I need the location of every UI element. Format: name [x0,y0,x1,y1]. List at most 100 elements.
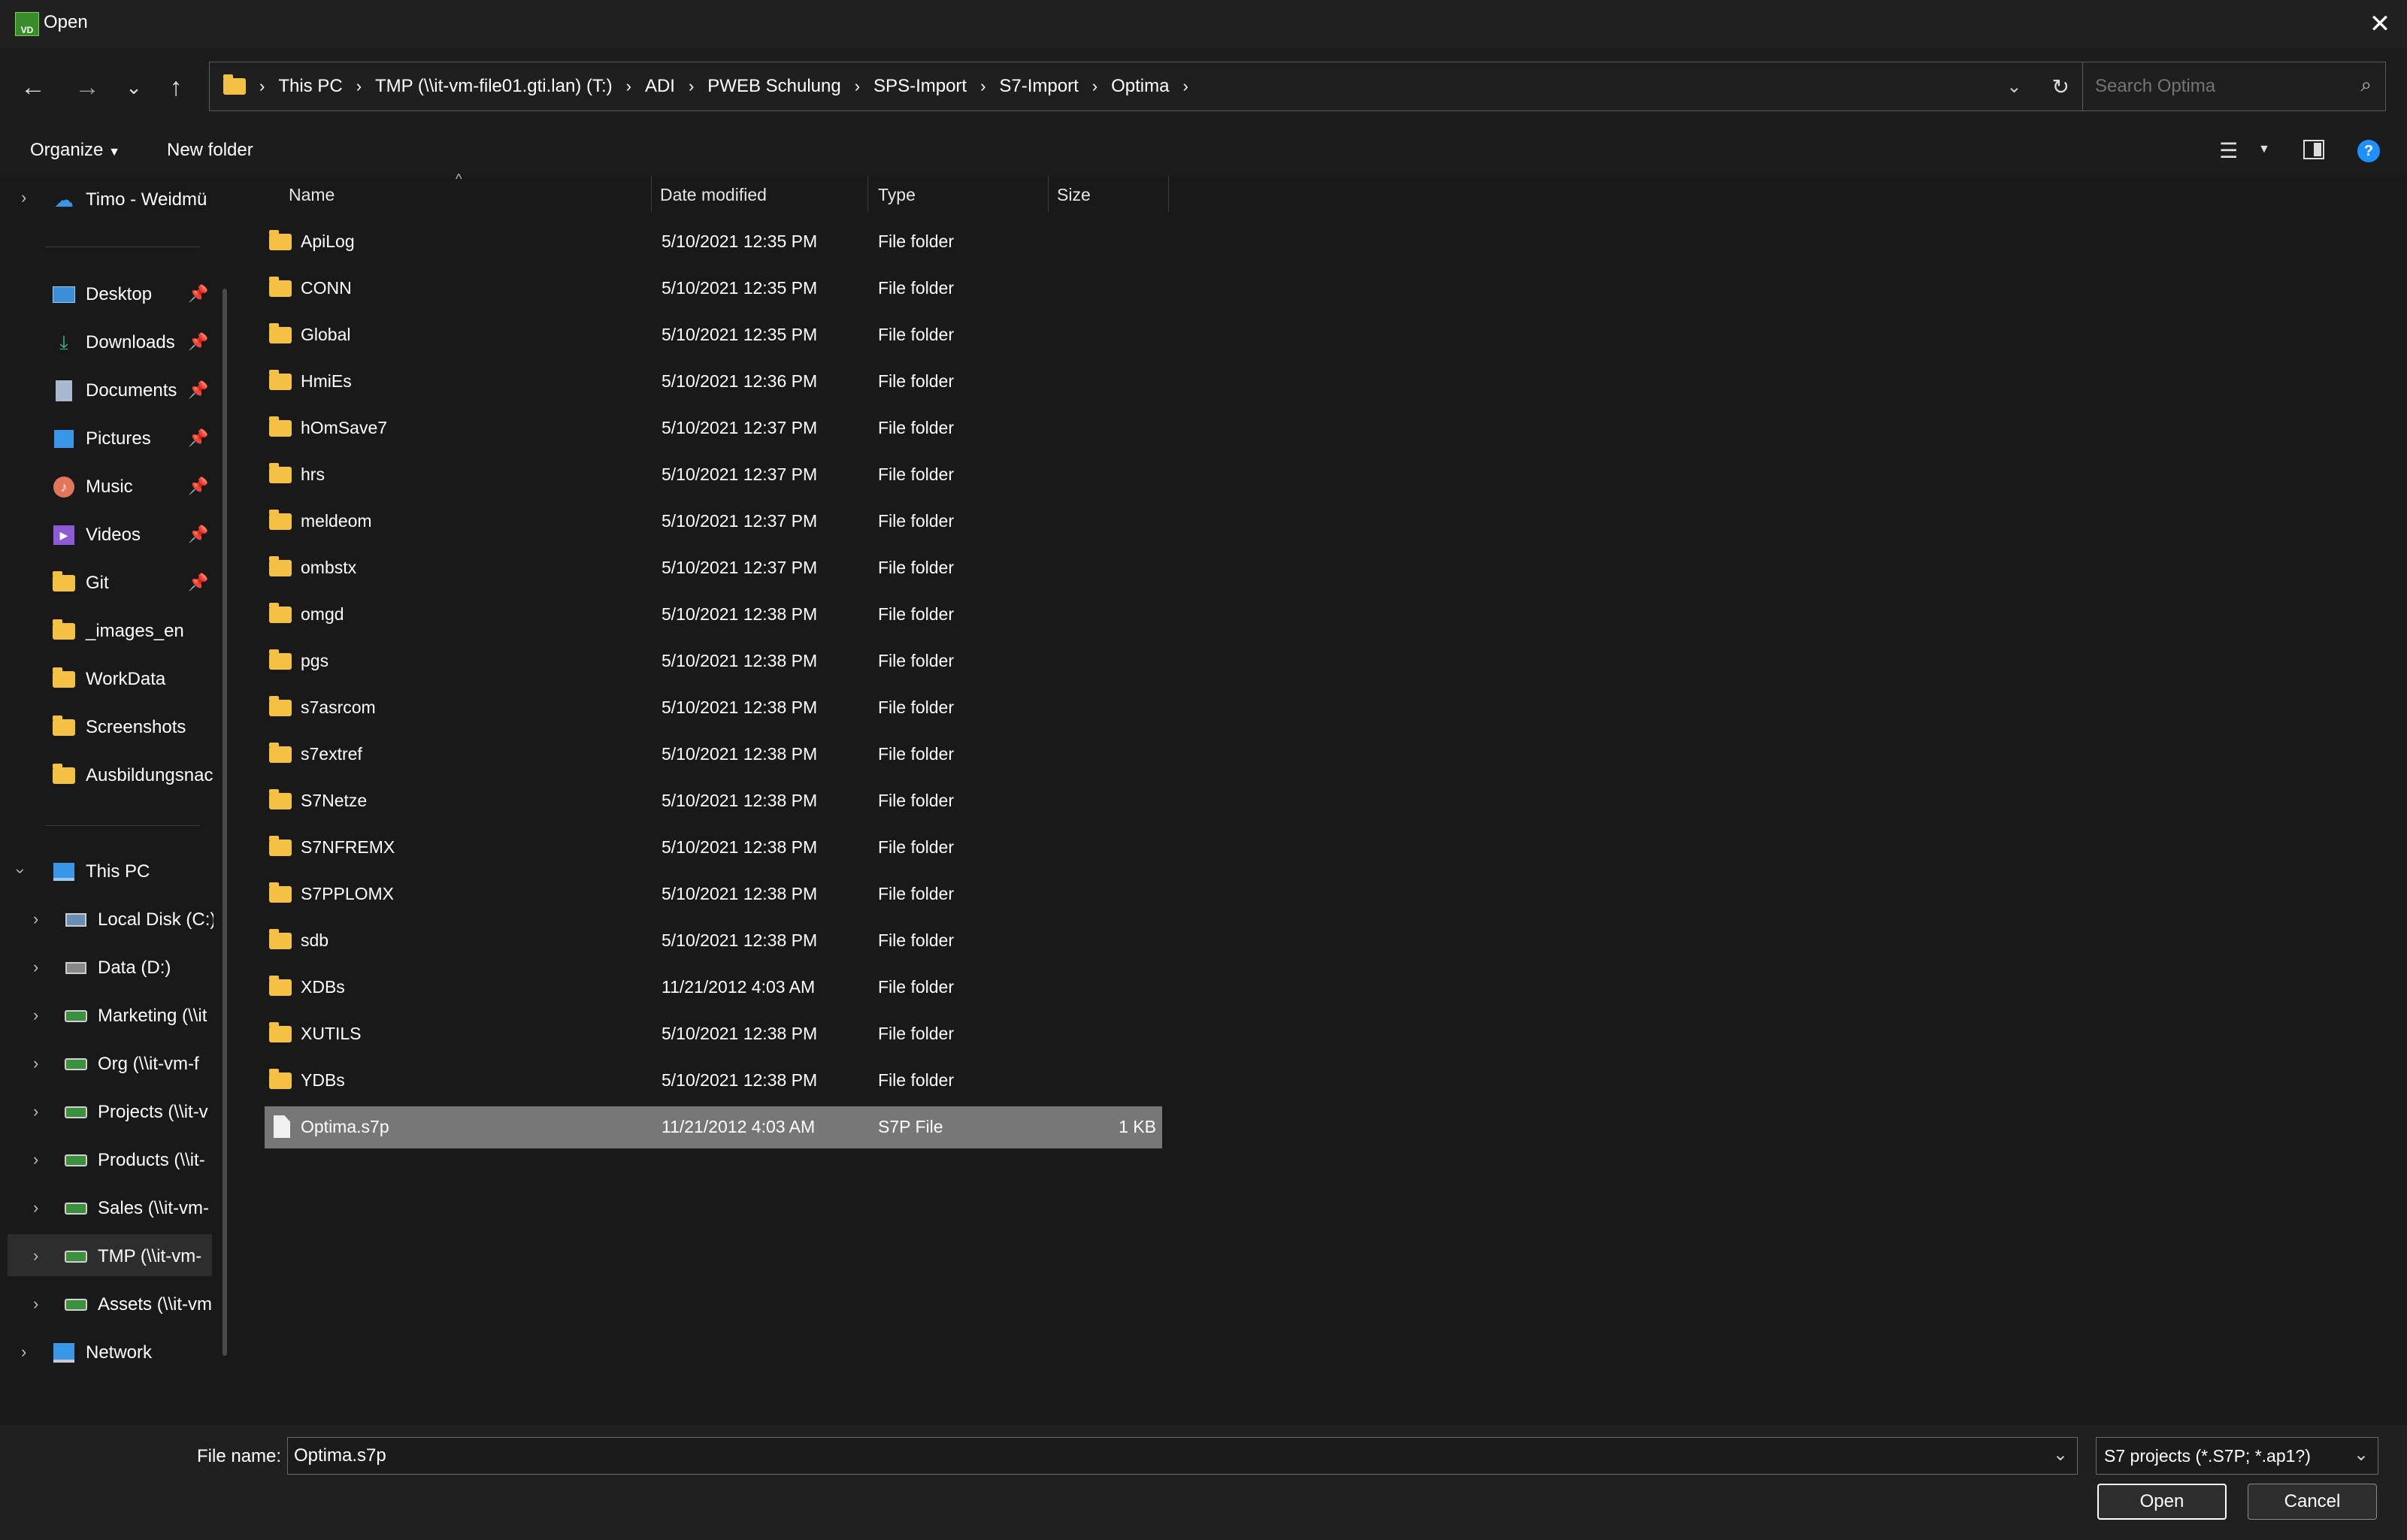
forward-arrow-icon[interactable]: → [66,66,108,108]
file-row[interactable]: sdb 5/10/2021 12:38 PM File folder [265,920,1162,962]
breadcrumb-adi[interactable]: ADI [645,76,675,97]
file-type: File folder [878,325,954,344]
sidebar-item-onedrive[interactable]: ☁ Timo - Weidmü [53,179,215,221]
search-box[interactable]: ⌕ [2082,62,2386,111]
sidebar-item-screenshots[interactable]: Screenshots [53,706,218,749]
sidebar-item-workdata[interactable]: WorkData [53,658,218,700]
help-icon[interactable]: ? [2357,140,2380,162]
breadcrumb-sps-import[interactable]: SPS-Import [873,76,967,97]
file-date-modified: 5/10/2021 12:38 PM [662,744,818,764]
column-divider[interactable] [867,176,868,212]
file-row[interactable]: S7PPLOMX 5/10/2021 12:38 PM File folder [265,873,1162,915]
expand-chevron-icon[interactable]: › [33,1102,38,1121]
pin-icon[interactable]: 📌 [188,284,208,304]
column-divider[interactable] [1168,176,1169,212]
sidebar-item-org[interactable]: Org (\\it-vm-f [65,1043,213,1085]
file-row[interactable]: CONN 5/10/2021 12:35 PM File folder [265,268,1162,310]
recent-locations-chevron-icon[interactable]: ⌄ [113,66,155,108]
file-row[interactable]: omgd 5/10/2021 12:38 PM File folder [265,594,1162,636]
sidebar-item-tmp[interactable]: TMP (\\it-vm- [65,1236,213,1278]
network-drive-icon [65,1101,87,1124]
close-icon[interactable]: ✕ [2357,6,2402,42]
sidebar-item-network[interactable]: Network [53,1332,218,1374]
file-name-combobox[interactable]: ⌄ [287,1437,2078,1475]
column-divider[interactable] [1048,176,1049,212]
expand-chevron-icon[interactable]: › [33,1054,38,1073]
cloud-icon: ☁ [54,188,74,211]
sidebar-item-images-en[interactable]: _images_en [53,610,218,652]
breadcrumb-this-pc[interactable]: This PC [278,76,342,97]
file-row[interactable]: hOmSave7 5/10/2021 12:37 PM File folder [265,407,1162,449]
sidebar-scrollbar[interactable] [223,289,227,1356]
refresh-icon[interactable]: ↻ [2052,74,2069,99]
file-row[interactable]: Optima.s7p 11/21/2012 4:03 AM S7P File 1 KB [265,1106,1162,1148]
expand-chevron-icon[interactable]: › [33,1294,38,1314]
organize-button[interactable]: Organize ▼ [30,140,120,161]
pin-icon[interactable]: 📌 [188,525,208,544]
file-row[interactable]: Global 5/10/2021 12:35 PM File folder [265,314,1162,356]
sidebar-item-ausbildungsnac[interactable]: Ausbildungsnac [53,755,213,797]
file-row[interactable]: s7extref 5/10/2021 12:38 PM File folder [265,734,1162,776]
file-row[interactable]: S7NFREMX 5/10/2021 12:38 PM File folder [265,827,1162,869]
up-arrow-icon[interactable]: ↑ [155,66,197,108]
expand-chevron-icon[interactable]: › [21,188,26,207]
breadcrumb-s7-import[interactable]: S7-Import [999,76,1078,97]
file-row[interactable]: meldeom 5/10/2021 12:37 PM File folder [265,501,1162,543]
sidebar-item-products[interactable]: Products (\\it- [65,1139,213,1181]
expand-chevron-icon[interactable]: › [33,909,38,929]
sidebar-item-marketing[interactable]: Marketing (\\it [65,995,213,1037]
view-dropdown-chevron-icon[interactable]: ▼ [2258,143,2270,156]
breadcrumb-pweb-schulung[interactable]: PWEB Schulung [707,76,840,97]
address-dropdown-chevron-icon[interactable]: ⌄ [2006,76,2021,98]
file-row[interactable]: pgs 5/10/2021 12:38 PM File folder [265,640,1162,682]
collapse-chevron-icon[interactable]: › [11,868,31,873]
chevron-down-icon[interactable]: ⌄ [2053,1444,2068,1466]
sidebar-item-projects[interactable]: Projects (\\it-v [65,1091,213,1133]
new-folder-button[interactable]: New folder [167,140,253,161]
column-header-size[interactable]: Size [1057,185,1091,205]
file-row[interactable]: ombstx 5/10/2021 12:37 PM File folder [265,547,1162,589]
file-row[interactable]: S7Netze 5/10/2021 12:38 PM File folder [265,780,1162,822]
file-row[interactable]: s7asrcom 5/10/2021 12:38 PM File folder [265,687,1162,729]
address-bar[interactable]: › This PC › TMP (\\it-vm-file01.gti.lan)… [209,62,2084,111]
sidebar-item-this-pc[interactable]: This PC [53,851,218,893]
breadcrumb-optima[interactable]: Optima [1111,76,1169,97]
file-row[interactable]: HmiEs 5/10/2021 12:36 PM File folder [265,361,1162,403]
search-input[interactable] [2095,76,2336,97]
file-row[interactable]: YDBs 5/10/2021 12:38 PM File folder [265,1060,1162,1102]
file-name-input[interactable] [294,1445,2023,1466]
search-icon[interactable]: ⌕ [2360,73,2372,97]
file-name: XDBs [301,977,345,997]
pin-icon[interactable]: 📌 [188,428,208,448]
breadcrumb-tmp-drive[interactable]: TMP (\\it-vm-file01.gti.lan) (T:) [375,76,613,97]
column-header-name[interactable]: Name [289,185,335,205]
expand-chevron-icon[interactable]: › [33,958,38,977]
preview-pane-icon[interactable] [2303,140,2324,159]
open-button[interactable]: Open [2097,1484,2227,1520]
expand-chevron-icon[interactable]: › [21,1342,26,1362]
pin-icon[interactable]: 📌 [188,477,208,496]
back-arrow-icon[interactable]: ← [12,66,54,108]
expand-chevron-icon[interactable]: › [33,1246,38,1266]
sidebar-item-assets[interactable]: Assets (\\it-vm [65,1284,213,1326]
expand-chevron-icon[interactable]: › [33,1150,38,1169]
expand-chevron-icon[interactable]: › [33,1006,38,1025]
pin-icon[interactable]: 📌 [188,573,208,592]
file-row[interactable]: XUTILS 5/10/2021 12:38 PM File folder [265,1013,1162,1055]
pin-icon[interactable]: 📌 [188,380,208,400]
expand-chevron-icon[interactable]: › [33,1198,38,1218]
sidebar-item-sales[interactable]: Sales (\\it-vm- [65,1188,213,1230]
sidebar-item-local-disk-c[interactable]: Local Disk (C:) [65,899,213,941]
column-divider[interactable] [651,176,652,212]
column-header-date-modified[interactable]: Date modified [660,185,767,205]
pin-icon[interactable]: 📌 [188,332,208,352]
sidebar-item-data-d[interactable]: Data (D:) [65,947,213,989]
file-row[interactable]: hrs 5/10/2021 12:37 PM File folder [265,454,1162,496]
file-type-filter-select[interactable]: S7 projects (*.S7P; *.ap1?) ⌄ [2096,1437,2378,1475]
file-name: hOmSave7 [301,418,388,437]
file-row[interactable]: ApiLog 5/10/2021 12:35 PM File folder [265,221,1162,263]
cancel-button[interactable]: Cancel [2248,1484,2377,1520]
file-row[interactable]: XDBs 11/21/2012 4:03 AM File folder [265,967,1162,1009]
view-options-icon[interactable]: ☰ [2219,138,2238,163]
column-header-type[interactable]: Type [878,185,916,205]
